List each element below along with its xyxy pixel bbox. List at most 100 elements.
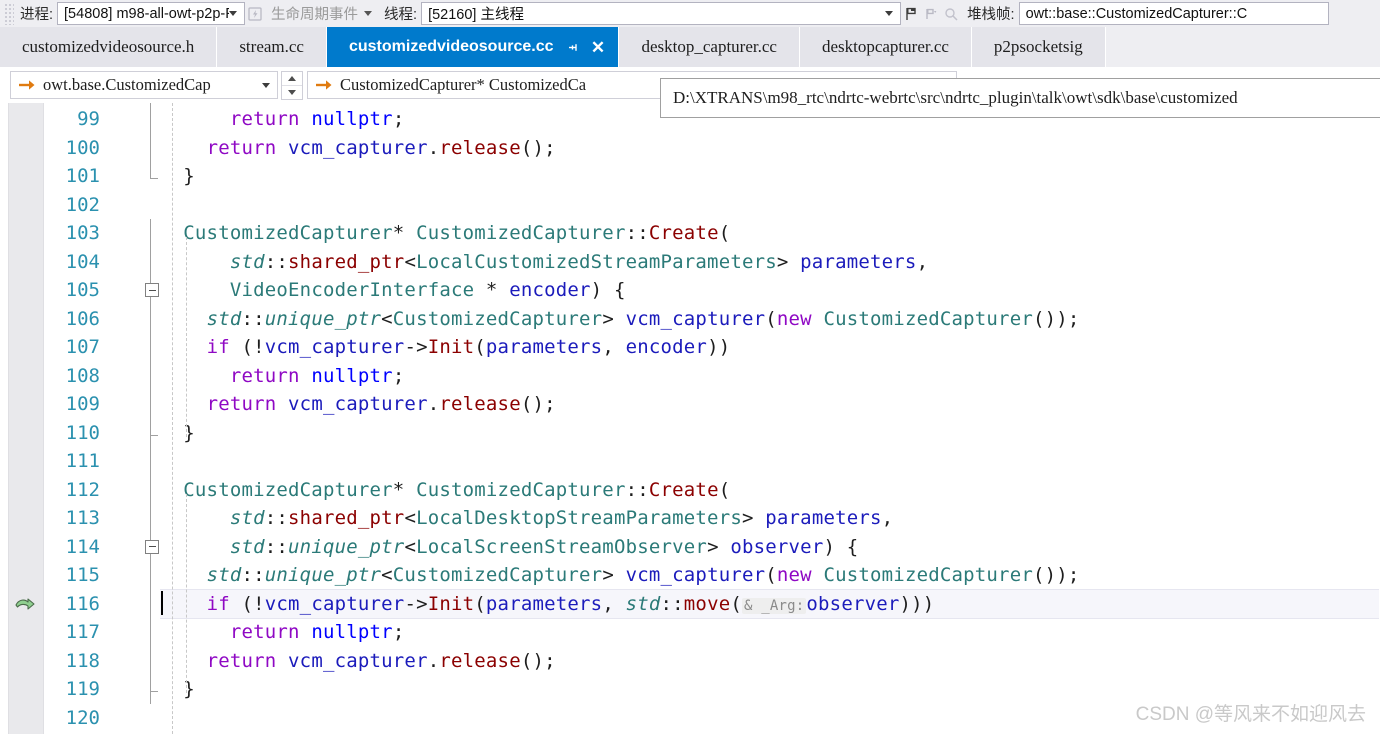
chevron-down-icon bbox=[262, 82, 270, 88]
flag-dropdown-icon[interactable] bbox=[921, 4, 941, 24]
code-line-text: } bbox=[160, 422, 195, 444]
line-number: 116 bbox=[65, 592, 100, 615]
search-icon[interactable] bbox=[941, 4, 961, 24]
editor-tab[interactable]: stream.cc bbox=[217, 27, 327, 67]
pin-icon[interactable] bbox=[565, 39, 581, 55]
code-line[interactable]: 107 if (!vcm_capturer->Init(parameters, … bbox=[0, 333, 1380, 362]
code-token: release bbox=[439, 393, 521, 416]
code-token: CustomizedCapturer bbox=[416, 478, 626, 501]
editor-tab[interactable]: customizedvideosource.h bbox=[0, 27, 218, 67]
code-token: ) { bbox=[590, 279, 626, 302]
code-line[interactable]: 109 return vcm_capturer.release(); bbox=[0, 390, 1380, 419]
code-token: :: bbox=[241, 307, 265, 330]
close-icon[interactable]: ✕ bbox=[589, 39, 606, 56]
code-line[interactable]: 117 return nullptr; bbox=[0, 618, 1380, 647]
code-token: & _Arg: bbox=[742, 597, 807, 614]
code-token: parameters bbox=[765, 507, 882, 530]
editor-tab[interactable]: customizedvideosource.cc ✕ bbox=[326, 27, 620, 67]
code-line[interactable]: 103 CustomizedCapturer* CustomizedCaptur… bbox=[0, 219, 1380, 248]
code-line-text: return vcm_capturer.release(); bbox=[160, 650, 556, 672]
debug-toolbar: 进程: [54808] m98-all-owt-p2p-P2PS 生命周期事件 … bbox=[0, 0, 1380, 28]
code-line[interactable]: 104 std::shared_ptr<LocalCustomizedStrea… bbox=[0, 248, 1380, 277]
thread-combobox[interactable]: [52160] 主线程 bbox=[421, 2, 902, 25]
code-token: < bbox=[404, 250, 417, 273]
code-line-text: std::unique_ptr<CustomizedCapturer> vcm_… bbox=[160, 564, 1080, 586]
code-line-text: CustomizedCapturer* CustomizedCapturer::… bbox=[160, 479, 730, 501]
code-editor[interactable]: 99 return nullptr; 100 return vcm_capture… bbox=[0, 103, 1380, 734]
code-token: ( bbox=[765, 307, 777, 330]
toolbar-drag-handle[interactable] bbox=[4, 2, 14, 25]
code-token: :: bbox=[264, 250, 289, 273]
code-token: )) bbox=[707, 336, 731, 359]
code-token: nullptr bbox=[311, 108, 393, 131]
code-token: :: bbox=[241, 564, 265, 587]
code-line[interactable]: 114 std::unique_ptr<LocalScreenStreamObs… bbox=[0, 533, 1380, 562]
process-value: [54808] m98-all-owt-p2p-P2PS bbox=[64, 5, 229, 22]
editor-tab-label: customizedvideosource.h bbox=[22, 37, 195, 56]
code-line[interactable]: 102 bbox=[0, 191, 1380, 220]
code-token: ))) bbox=[899, 592, 935, 615]
editor-tab[interactable]: p2psocketsig bbox=[971, 27, 1106, 67]
code-line[interactable]: 101 } bbox=[0, 162, 1380, 191]
flag-icon[interactable] bbox=[901, 4, 921, 24]
code-line-text: std::shared_ptr<LocalCustomizedStreamPar… bbox=[160, 251, 928, 273]
code-line-text: VideoEncoderInterface * encoder) { bbox=[160, 279, 626, 301]
code-token: } bbox=[160, 421, 195, 444]
thread-value: [52160] 主线程 bbox=[428, 7, 524, 23]
code-token: ) { bbox=[823, 535, 859, 558]
code-line[interactable]: 100 return vcm_capturer.release(); bbox=[0, 134, 1380, 163]
code-line[interactable]: 113 std::shared_ptr<LocalDesktopStreamPa… bbox=[0, 504, 1380, 533]
code-token: ; bbox=[392, 364, 405, 387]
code-surface[interactable]: 99 return nullptr; 100 return vcm_capture… bbox=[0, 103, 1380, 734]
process-combobox[interactable]: [54808] m98-all-owt-p2p-P2PS bbox=[57, 2, 246, 25]
navbar-scope-dropdown[interactable]: owt.base.CustomizedCap bbox=[10, 71, 278, 99]
code-token: vcm_capturer bbox=[264, 336, 405, 359]
code-line-text: return nullptr; bbox=[160, 108, 404, 130]
line-number: 104 bbox=[65, 250, 100, 273]
code-token: > bbox=[707, 535, 731, 558]
code-token: :: bbox=[625, 478, 649, 501]
code-token: std bbox=[206, 307, 242, 330]
code-token: Init bbox=[427, 336, 475, 359]
code-token: , bbox=[881, 507, 894, 530]
code-token: encoder bbox=[625, 336, 708, 359]
visual-studio-window: 进程: [54808] m98-all-owt-p2p-P2PS 生命周期事件 … bbox=[0, 0, 1380, 734]
stackframe-combobox[interactable]: owt::base::CustomizedCapturer::C bbox=[1018, 2, 1329, 25]
code-line[interactable]: 110 } bbox=[0, 419, 1380, 448]
code-token: unique_ptr bbox=[288, 535, 405, 558]
navbar-spinner-down[interactable] bbox=[282, 84, 302, 99]
navbar-spinner[interactable] bbox=[281, 70, 303, 100]
code-line[interactable]: 108 return nullptr; bbox=[0, 362, 1380, 391]
code-line-text: CustomizedCapturer* CustomizedCapturer::… bbox=[160, 222, 730, 244]
code-line[interactable]: 115 std::unique_ptr<CustomizedCapturer> … bbox=[0, 561, 1380, 590]
code-line[interactable]: 106 std::unique_ptr<CustomizedCapturer> … bbox=[0, 305, 1380, 334]
code-line[interactable]: 118 return vcm_capturer.release(); bbox=[0, 647, 1380, 676]
arrow-right-icon bbox=[314, 77, 334, 93]
code-token: if bbox=[206, 336, 230, 359]
line-number: 108 bbox=[65, 364, 100, 387]
code-line[interactable]: 116 if (!vcm_capturer->Init(parameters, … bbox=[0, 590, 1380, 619]
navbar-spinner-up[interactable] bbox=[282, 72, 302, 85]
editor-tab[interactable]: desktopcapturer.cc bbox=[799, 27, 972, 67]
editor-tab[interactable]: desktop_capturer.cc bbox=[619, 27, 800, 67]
chevron-down-icon bbox=[288, 89, 296, 95]
code-token: > bbox=[602, 307, 626, 330]
line-number: 102 bbox=[65, 193, 100, 216]
code-token: move bbox=[683, 592, 731, 615]
code-token: return bbox=[206, 649, 289, 672]
lifecycle-chevron-down-icon[interactable] bbox=[364, 11, 373, 16]
code-line[interactable]: 111 bbox=[0, 447, 1380, 476]
current-frame-arrow-icon[interactable] bbox=[12, 593, 38, 615]
code-token: shared_ptr bbox=[288, 507, 405, 530]
code-line[interactable]: 112 CustomizedCapturer* CustomizedCaptur… bbox=[0, 476, 1380, 505]
code-token: ; bbox=[392, 621, 405, 644]
code-token: LocalCustomizedStreamParameters bbox=[416, 250, 777, 273]
code-token: ( bbox=[718, 478, 731, 501]
line-number: 117 bbox=[65, 621, 100, 644]
code-token: CustomizedCapturer bbox=[823, 307, 1033, 330]
code-line[interactable]: 105 VideoEncoderInterface * encoder) { bbox=[0, 276, 1380, 305]
navbar-scope-value: owt.base.CustomizedCap bbox=[43, 75, 211, 94]
